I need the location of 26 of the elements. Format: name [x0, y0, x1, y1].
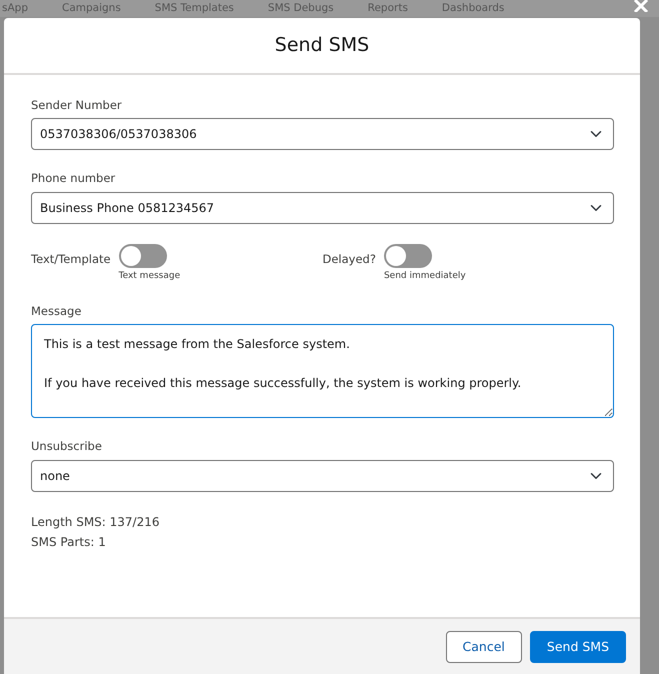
select-field[interactable]: none	[31, 460, 614, 492]
stat-text: Length SMS: 137/216	[31, 514, 161, 530]
nav-tab[interactable]: Campaigns	[62, 0, 121, 17]
field-label: Message	[31, 303, 82, 320]
nav-tab[interactable]: SMS Templates	[154, 0, 234, 17]
select-field[interactable]: Business Phone 0581234567	[31, 192, 614, 224]
toggle-switch[interactable]	[384, 244, 432, 268]
close-icon[interactable]	[633, 0, 649, 12]
toggle-switch[interactable]	[118, 244, 167, 268]
nav-tab[interactable]: SMS Debugs	[268, 0, 334, 17]
select-field[interactable]: 0537038306/0537038306	[31, 118, 614, 150]
nav-tab[interactable]: Dashboards	[442, 0, 504, 17]
send-button[interactable]: Send SMS	[530, 630, 626, 664]
message-field[interactable]: This is a test message from the Salesforce system. If you have received this message successfully, the system is working properly.	[31, 324, 614, 418]
toggle-caption: Send immediately	[384, 270, 466, 282]
nav-tab[interactable]: Reports	[368, 0, 408, 17]
field-label: Phone number	[31, 170, 116, 188]
modal-title: Send SMS	[4, 18, 640, 75]
stat-text: SMS Parts: 1	[31, 534, 107, 550]
toggle-caption: Text message	[118, 270, 180, 282]
toggle-label: Text/Template	[31, 250, 111, 268]
cancel-button[interactable]: Cancel	[446, 630, 522, 664]
nav-tab[interactable]: sApp	[2, 0, 28, 17]
field-label: Unsubscribe	[31, 438, 103, 456]
toggle-label: Delayed?	[322, 250, 376, 268]
field-label: Sender Number	[31, 97, 123, 114]
